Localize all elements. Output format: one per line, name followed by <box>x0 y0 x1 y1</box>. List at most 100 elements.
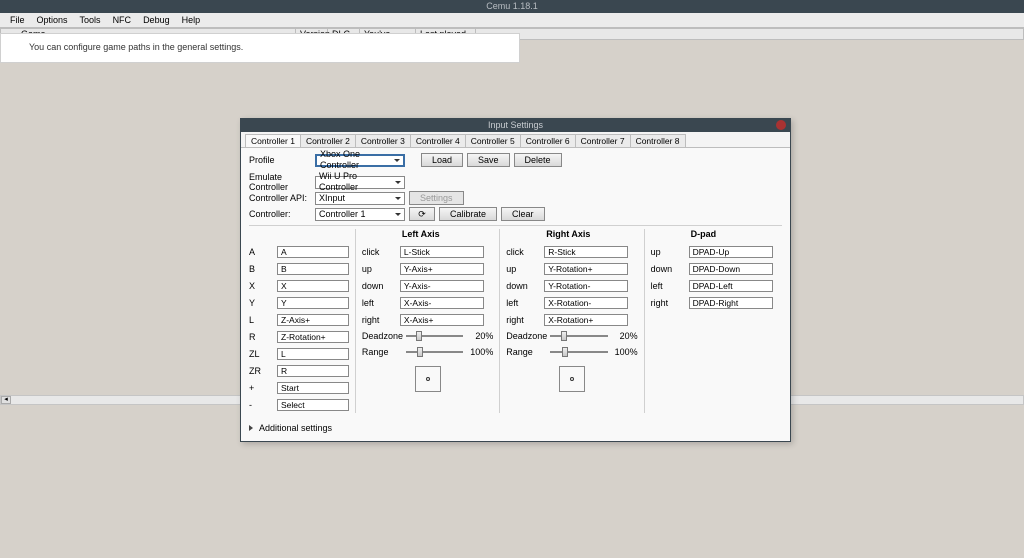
dpad-column: D-pad upDPAD-Up downDPAD-Down leftDPAD-L… <box>651 229 782 413</box>
profile-label: Profile <box>249 155 311 165</box>
ra-deadzone-label: Deadzone <box>506 331 546 341</box>
right-axis-column: Right Axis clickR-Stick upY-Rotation+ do… <box>506 229 637 413</box>
la-deadzone-slider[interactable] <box>406 331 463 341</box>
ra-right-field[interactable]: X-Rotation+ <box>544 314 628 326</box>
scroll-left-icon[interactable]: ◂ <box>1 396 11 404</box>
la-down-label: down <box>362 281 396 291</box>
additional-settings-label: Additional settings <box>259 423 332 433</box>
btn-y-label: Y <box>249 298 273 308</box>
tab-controller-8[interactable]: Controller 8 <box>630 134 686 147</box>
ra-right-label: right <box>506 315 540 325</box>
triangle-right-icon <box>249 425 253 431</box>
delete-button[interactable]: Delete <box>514 153 562 167</box>
left-axis-column: Left Axis click L-Stick up Y-Axis+ down Y-A… <box>362 229 493 413</box>
menu-help[interactable]: Help <box>176 14 207 26</box>
btn-x-label: X <box>249 281 273 291</box>
hint-panel: You can configure game paths in the gene… <box>0 33 520 63</box>
btn-y-field[interactable]: Y <box>277 297 349 309</box>
btn-x-field[interactable]: X <box>277 280 349 292</box>
ra-up-label: up <box>506 264 540 274</box>
ra-left-label: left <box>506 298 540 308</box>
la-range-value: 100% <box>467 347 493 357</box>
btn-l-field[interactable]: Z-Axis+ <box>277 314 349 326</box>
ra-click-label: click <box>506 247 540 257</box>
main-title: Cemu 1.18.1 <box>0 0 1024 13</box>
dp-down-field[interactable]: DPAD-Down <box>689 263 773 275</box>
dp-left-field[interactable]: DPAD-Left <box>689 280 773 292</box>
menu-file[interactable]: File <box>4 14 31 26</box>
ra-range-slider[interactable] <box>550 347 607 357</box>
btn-b-label: B <box>249 264 273 274</box>
additional-settings-expander[interactable]: Additional settings <box>249 413 782 437</box>
api-label: Controller API: <box>249 193 311 203</box>
ra-left-field[interactable]: X-Rotation- <box>544 297 628 309</box>
la-left-label: left <box>362 298 396 308</box>
save-button[interactable]: Save <box>467 153 510 167</box>
tab-controller-6[interactable]: Controller 6 <box>520 134 576 147</box>
dialog-title: Input Settings <box>241 119 790 132</box>
tab-controller-1[interactable]: Controller 1 <box>245 134 301 147</box>
dpad-title: D-pad <box>651 229 782 243</box>
la-up-label: up <box>362 264 396 274</box>
btn-minus-field[interactable]: Select <box>277 399 349 411</box>
la-right-field[interactable]: X-Axis+ <box>400 314 484 326</box>
ra-up-field[interactable]: Y-Rotation+ <box>544 263 628 275</box>
chevron-down-icon <box>395 181 401 184</box>
btn-zr-label: ZR <box>249 366 273 376</box>
dp-up-label: up <box>651 247 685 257</box>
calibrate-button[interactable]: Calibrate <box>439 207 497 221</box>
la-left-field[interactable]: X-Axis- <box>400 297 484 309</box>
clear-button[interactable]: Clear <box>501 207 545 221</box>
dp-left-label: left <box>651 281 685 291</box>
la-click-field[interactable]: L-Stick <box>400 246 484 258</box>
btn-zl-label: ZL <box>249 349 273 359</box>
dp-up-field[interactable]: DPAD-Up <box>689 246 773 258</box>
btn-zl-field[interactable]: L <box>277 348 349 360</box>
controller-tabs: Controller 1 Controller 2 Controller 3 C… <box>241 132 790 147</box>
ra-click-field[interactable]: R-Stick <box>544 246 628 258</box>
close-icon[interactable] <box>776 120 786 130</box>
la-right-label: right <box>362 315 396 325</box>
btn-plus-field[interactable]: Start <box>277 382 349 394</box>
la-deadzone-value: 20% <box>467 331 493 341</box>
tab-controller-3[interactable]: Controller 3 <box>355 134 411 147</box>
ra-range-label: Range <box>506 347 546 357</box>
controller-select[interactable]: Controller 1 <box>315 208 405 221</box>
settings-button: Settings <box>409 191 464 205</box>
btn-a-field[interactable]: A <box>277 246 349 258</box>
dp-right-label: right <box>651 298 685 308</box>
tab-controller-2[interactable]: Controller 2 <box>300 134 356 147</box>
dp-right-field[interactable]: DPAD-Right <box>689 297 773 309</box>
btn-r-field[interactable]: Z-Rotation+ <box>277 331 349 343</box>
ra-deadzone-slider[interactable] <box>550 331 607 341</box>
btn-b-field[interactable]: B <box>277 263 349 275</box>
left-stick-visual <box>415 366 441 392</box>
menu-debug[interactable]: Debug <box>137 14 176 26</box>
refresh-button[interactable]: ⟳ <box>409 207 435 221</box>
la-range-slider[interactable] <box>406 347 463 357</box>
ra-range-value: 100% <box>612 347 638 357</box>
profile-select[interactable]: Xbox One Controller <box>315 154 405 167</box>
emulate-label: Emulate Controller <box>249 172 311 192</box>
input-settings-dialog: Input Settings Controller 1 Controller 2… <box>240 118 791 442</box>
refresh-icon: ⟳ <box>418 208 426 220</box>
ra-down-field[interactable]: Y-Rotation- <box>544 280 628 292</box>
la-range-label: Range <box>362 347 402 357</box>
menu-options[interactable]: Options <box>31 14 74 26</box>
api-select[interactable]: XInput <box>315 192 405 205</box>
tab-controller-7[interactable]: Controller 7 <box>575 134 631 147</box>
btn-zr-field[interactable]: R <box>277 365 349 377</box>
la-click-label: click <box>362 247 396 257</box>
menu-tools[interactable]: Tools <box>74 14 107 26</box>
left-axis-title: Left Axis <box>362 229 493 243</box>
hint-text: You can configure game paths in the gene… <box>29 42 243 52</box>
ra-deadzone-value: 20% <box>612 331 638 341</box>
la-down-field[interactable]: Y-Axis- <box>400 280 484 292</box>
la-up-field[interactable]: Y-Axis+ <box>400 263 484 275</box>
controller-label: Controller: <box>249 209 311 219</box>
load-button[interactable]: Load <box>421 153 463 167</box>
tab-controller-4[interactable]: Controller 4 <box>410 134 466 147</box>
tab-controller-5[interactable]: Controller 5 <box>465 134 521 147</box>
emulate-select[interactable]: Wii U Pro Controller <box>315 176 405 189</box>
menu-nfc[interactable]: NFC <box>107 14 138 26</box>
